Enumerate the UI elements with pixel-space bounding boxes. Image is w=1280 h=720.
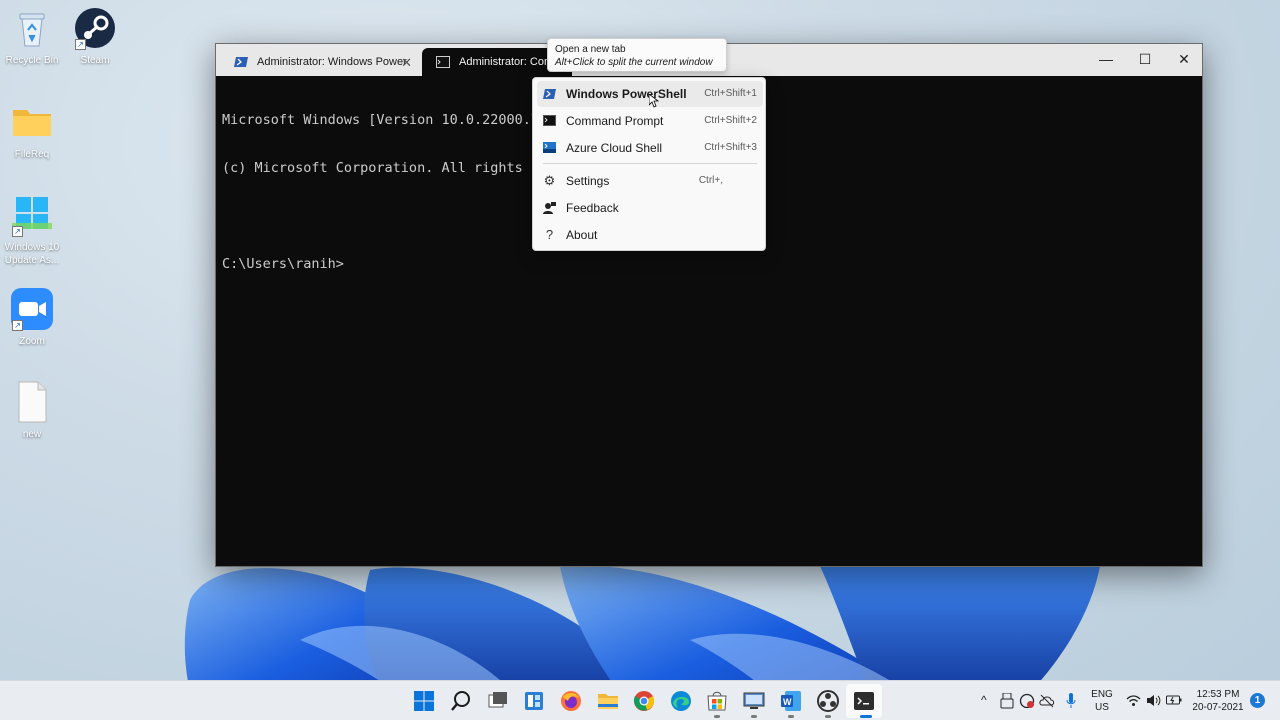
menu-item-label: Windows PowerShell [566, 87, 687, 101]
active-indicator [751, 715, 757, 718]
question-icon: ? [545, 227, 554, 242]
search-icon[interactable] [449, 689, 473, 713]
recycle-bin-icon [10, 6, 54, 50]
clock-date: 20-07-2021 [1192, 702, 1244, 713]
menu-item-command-prompt[interactable]: Command Prompt Ctrl+Shift+2 [537, 108, 763, 134]
menu-item-label: Settings [566, 174, 610, 188]
chevron-up-icon[interactable]: ^ [981, 693, 987, 707]
menu-item-shortcut: Ctrl+Shift+2 [704, 115, 757, 126]
feedback-icon [543, 202, 556, 214]
desktop-icon-label: Steam [80, 55, 110, 66]
close-button[interactable]: ✕ [1164, 44, 1204, 74]
desktop-icon-recycle-bin[interactable]: Recycle Bin [1, 6, 63, 67]
text-file-icon [10, 380, 54, 424]
terminal-prompt: C:\Users\ranih> [222, 256, 344, 272]
microphone-icon[interactable] [1066, 693, 1076, 709]
azure-icon [543, 142, 556, 154]
terminal-icon[interactable] [852, 689, 876, 713]
menu-item-label: Command Prompt [566, 114, 664, 128]
zoom-icon: ↗ [10, 287, 54, 331]
desktop-icon-label: Zoom [19, 336, 45, 347]
desktop-icon-zoom[interactable]: ↗ Zoom [1, 287, 63, 348]
desktop-icon-label: new [22, 429, 42, 440]
active-indicator [825, 715, 831, 718]
powershell-icon [543, 88, 556, 100]
volume-icon[interactable] [1146, 694, 1161, 707]
notification-badge[interactable]: 1 [1250, 693, 1265, 708]
terminal-output[interactable]: Microsoft Windows [Version 10.0.22000.7 … [222, 80, 539, 304]
menu-item-label: Azure Cloud Shell [566, 141, 663, 155]
firefox-icon[interactable] [559, 689, 583, 713]
terminal-line: Microsoft Windows [Version 10.0.22000.7 [222, 112, 539, 128]
menu-item-shortcut: Ctrl+Shift+3 [704, 142, 757, 153]
chrome-icon[interactable] [632, 689, 656, 713]
desktop-icon-label: FileReq [14, 149, 50, 160]
desktop-icon-windows-update[interactable]: ↗ Windows 10 Update As... [1, 193, 63, 267]
active-indicator [714, 715, 720, 718]
windows-start-icon[interactable] [412, 689, 436, 713]
cmd-icon [436, 56, 450, 68]
mouse-cursor-icon [649, 94, 659, 108]
menu-item-feedback[interactable]: Feedback [537, 195, 763, 221]
active-indicator [788, 715, 794, 718]
wifi-icon[interactable] [1126, 694, 1141, 707]
gear-icon: ⚙ [543, 173, 556, 188]
active-indicator [860, 715, 872, 718]
minimize-button[interactable]: — [1086, 44, 1126, 74]
desktop-icon-label: Recycle Bin [5, 55, 59, 66]
file-explorer-icon[interactable] [596, 689, 620, 713]
menu-item-settings[interactable]: ⚙ Settings Ctrl+, [537, 168, 763, 194]
cmd-icon [543, 115, 556, 127]
clock-time: 12:53 PM [1196, 689, 1240, 700]
shortcut-arrow-icon: ↗ [12, 226, 23, 237]
shortcut-arrow-icon: ↗ [12, 320, 23, 331]
network-status-icon[interactable] [1019, 693, 1035, 709]
desktop-icon-label: Windows 10 Update As... [4, 242, 60, 266]
menu-item-about[interactable]: ? About [537, 222, 763, 248]
battery-icon[interactable] [1166, 694, 1182, 706]
menu-item-label: Feedback [566, 201, 619, 215]
usb-icon[interactable] [1000, 693, 1014, 709]
input-language[interactable]: ENG US [1090, 688, 1114, 714]
tab-powershell[interactable]: Administrator: Windows Power ✕ [220, 48, 420, 76]
maximize-button[interactable]: ☐ [1125, 44, 1165, 74]
folder-icon [10, 100, 54, 144]
powershell-icon [234, 57, 248, 67]
terminal-line: (c) Microsoft Corporation. All rights r [222, 160, 539, 176]
menu-item-shortcut: Ctrl+Shift+1 [704, 88, 757, 99]
menu-item-shortcut: Ctrl+, [698, 175, 723, 186]
task-view-icon[interactable] [486, 689, 510, 713]
system-clock[interactable]: 12:53 PM 20-07-2021 [1190, 688, 1246, 714]
tooltip-title: Open a new tab [555, 44, 626, 55]
windows-update-icon: ↗ [10, 193, 54, 237]
steam-icon: ↗ [73, 6, 117, 50]
remote-desktop-icon[interactable] [742, 689, 766, 713]
language-code: ENG [1091, 689, 1113, 700]
menu-item-label: About [566, 228, 598, 242]
desktop-icon-new[interactable]: new [1, 380, 63, 441]
store-icon[interactable] [705, 689, 729, 713]
edge-icon[interactable] [669, 689, 693, 713]
widgets-icon[interactable] [522, 689, 546, 713]
tab-label: Administrator: Windows Power [257, 56, 407, 68]
obs-icon[interactable] [816, 689, 840, 713]
tooltip-hint: Alt+Click to split the current window [555, 57, 713, 68]
taskbar: W ^ ENG US 12:53 PM 20-07-2021 1 [0, 680, 1280, 720]
svg-text:W: W [783, 697, 792, 707]
new-tab-tooltip: Open a new tab Alt+Click to split the cu… [547, 38, 727, 72]
desktop-icon-steam[interactable]: ↗ Steam [64, 6, 126, 67]
word-icon[interactable]: W [779, 689, 803, 713]
menu-separator [543, 163, 757, 164]
desktop-icon-filereq[interactable]: FileReq [1, 100, 63, 161]
menu-item-azure-cloud-shell[interactable]: Azure Cloud Shell Ctrl+Shift+3 [537, 135, 763, 161]
close-tab-icon[interactable]: ✕ [401, 55, 412, 71]
region-code: US [1095, 702, 1109, 713]
onedrive-icon[interactable] [1039, 694, 1055, 708]
shortcut-arrow-icon: ↗ [75, 39, 86, 50]
